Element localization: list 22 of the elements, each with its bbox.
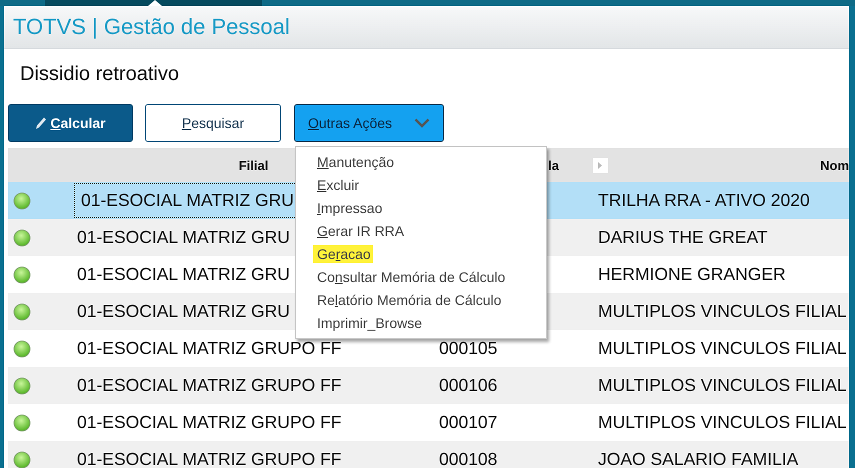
table-cell-text: HERMIONE GRANGER	[597, 264, 787, 285]
table-cell-text: 01-ESOCIAL MATRIZ GRU	[76, 264, 290, 285]
table-cell-text: 000105	[438, 338, 498, 359]
table-cell-text: 01-ESOCIAL MATRIZ GRU	[80, 190, 294, 211]
table-cell-text: JOAO SALARIO FAMILIA	[597, 449, 800, 468]
table-cell-text: 01-ESOCIAL MATRIZ GRUPO FF	[76, 338, 342, 359]
page-title: Dissidio retroativo	[20, 63, 179, 86]
table-cell-text: 01-ESOCIAL MATRIZ GRUPO FF	[76, 412, 342, 433]
table-cell-text: DARIUS THE GREAT	[597, 227, 769, 248]
table-cell-text: 01-ESOCIAL MATRIZ GRUPO FF	[76, 375, 342, 396]
table-cell-text: MULTIPLOS VINCULOS FILIAL	[597, 412, 848, 433]
table-cell-text: MULTIPLOS VINCULOS FILIAL	[597, 338, 848, 359]
table-cell-text: 000106	[438, 375, 498, 396]
table-cell-text: 000108	[438, 449, 498, 468]
table-cell-text: TRILHA RRA - ATIVO 2020	[597, 190, 811, 211]
table-cell-text: 01-ESOCIAL MATRIZ GRUPO FF	[76, 449, 342, 468]
table-cell-text: 01-ESOCIAL MATRIZ GRU	[76, 227, 290, 248]
table-cell-text: 01-ESOCIAL MATRIZ GRU	[76, 301, 290, 322]
table-cell-text: MULTIPLOS VINCULOS FILIAL	[597, 375, 848, 396]
table-cell-text: 000107	[438, 412, 498, 433]
table-cell-text: MULTIPLOS VINCULOS FILIAL	[597, 301, 848, 322]
app-title: TOTVS | Gestão de Pessoal	[13, 14, 290, 40]
